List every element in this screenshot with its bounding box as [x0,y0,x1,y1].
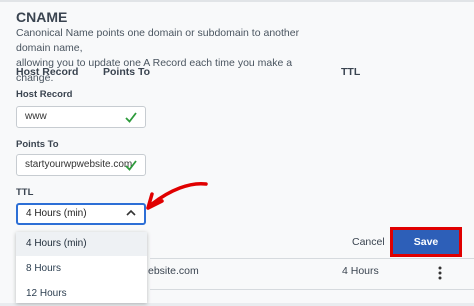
save-button[interactable]: Save [390,227,462,257]
cname-editor-panel: CNAME Canonical Name points one domain o… [0,0,474,303]
ttl-selected-value: 4 Hours (min) [26,208,87,219]
row-divider [150,289,474,290]
description-line-1: Canonical Name points one domain or subd… [16,27,300,54]
record-ttl: 4 Hours [342,265,379,277]
ttl-option-12-hours[interactable]: 12 Hours [16,282,147,306]
check-icon [125,160,137,171]
section-title: CNAME [16,9,68,25]
points-to-value: startyourwpwebsite.com [25,159,133,170]
ttl-option-8-hours[interactable]: 8 Hours [16,257,147,281]
divider [0,0,474,2]
ttl-label: TTL [16,187,34,198]
row-divider [150,258,474,259]
column-header-points-to: Points To [103,66,151,78]
column-header-ttl: TTL [341,66,361,78]
kebab-menu-icon[interactable] [438,266,442,280]
ttl-select[interactable]: 4 Hours (min) [16,203,146,225]
chevron-up-icon [126,209,136,216]
host-record-value: www [25,111,47,122]
red-arrow-icon [146,181,208,210]
points-to-input[interactable]: startyourwpwebsite.com [16,154,146,176]
points-to-label: Points To [16,139,59,150]
record-points-to: ebsite.com [148,265,199,277]
host-record-input[interactable]: www [16,106,146,128]
cancel-button[interactable]: Cancel [352,236,385,248]
ttl-dropdown-menu: 4 Hours (min) 8 Hours 12 Hours [16,232,147,303]
ttl-option-4-hours[interactable]: 4 Hours (min) [16,232,147,256]
host-record-label: Host Record [16,89,73,100]
check-icon [125,112,137,123]
column-header-host-record: Host Record [16,66,79,78]
